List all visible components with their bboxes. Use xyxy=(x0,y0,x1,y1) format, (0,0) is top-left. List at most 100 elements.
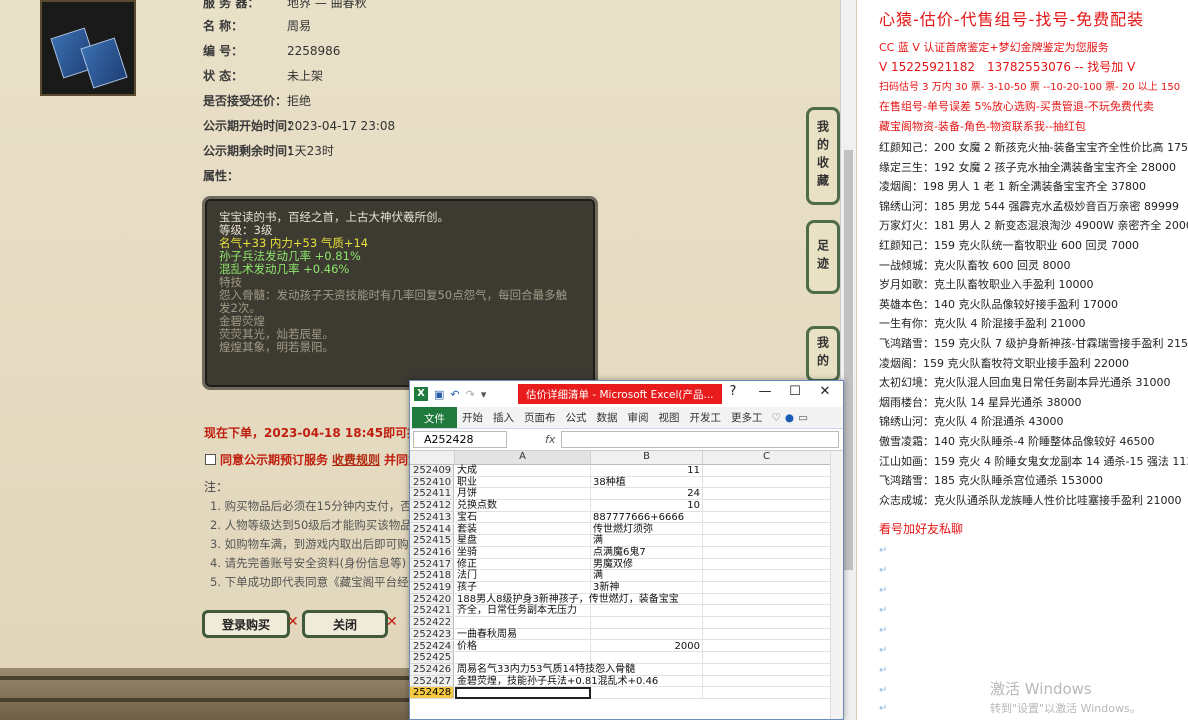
cell-c[interactable] xyxy=(703,582,831,594)
table-row[interactable]: 252421 齐全，日常任务副本无压力 xyxy=(410,605,843,618)
cell-c[interactable] xyxy=(703,523,831,536)
table-row[interactable]: 252418 法门满 xyxy=(410,570,843,582)
table-row[interactable]: 252423 一曲春秋周易 xyxy=(410,628,843,641)
cell-c[interactable] xyxy=(703,535,831,547)
cell-b[interactable]: 男魔双修 xyxy=(591,558,703,571)
ribbon-minimize-icon[interactable]: ▭ xyxy=(798,412,808,424)
cell-b[interactable] xyxy=(591,652,703,664)
close-button[interactable]: 关闭 xyxy=(302,610,388,638)
login-buy-button[interactable]: 登录购买 xyxy=(202,610,290,638)
cell-b[interactable]: 传世燃灯须弥 xyxy=(591,523,703,536)
cell-a[interactable]: 修正 xyxy=(455,558,591,571)
cell-c[interactable] xyxy=(703,605,831,618)
maximize-button[interactable]: ☐ xyxy=(781,384,809,402)
cell-a[interactable]: 宝石 xyxy=(455,511,591,524)
cell-c[interactable] xyxy=(703,687,831,699)
cell-a[interactable]: 一曲春秋周易 xyxy=(455,628,591,641)
cell-c[interactable] xyxy=(703,663,831,676)
save-icon[interactable]: ▣ xyxy=(434,388,444,401)
row-header[interactable]: 252419 xyxy=(410,582,454,594)
table-row[interactable]: 252417 修正 男魔双修 xyxy=(410,558,843,571)
table-row[interactable]: 252414 套装 传世燃灯须弥 xyxy=(410,523,843,536)
cell-c[interactable] xyxy=(703,570,831,582)
tab-data[interactable]: 数据 xyxy=(592,410,623,425)
row-header[interactable]: 252415 xyxy=(410,535,454,547)
row-header[interactable]: 252416 xyxy=(410,546,454,559)
cell-a[interactable]: 价格 xyxy=(455,640,591,653)
undo-icon[interactable]: ↶ xyxy=(450,388,459,401)
select-all-corner[interactable] xyxy=(410,451,455,465)
table-row[interactable]: 252422 xyxy=(410,617,843,629)
quick-access-dropdown-icon[interactable]: ▾ xyxy=(481,388,487,401)
tab-home[interactable]: 开始 xyxy=(457,410,488,425)
cell-c[interactable] xyxy=(703,675,831,688)
table-row[interactable]: 252411 月饼 24 xyxy=(410,488,843,501)
cell-a[interactable]: 月饼 xyxy=(455,488,591,501)
column-header-b[interactable]: B xyxy=(591,451,703,465)
cell-a[interactable]: 周易名气33内力53气质14特技怨入骨髓 xyxy=(455,663,635,676)
tab-formulas[interactable]: 公式 xyxy=(561,410,592,425)
table-row[interactable]: 252424 价格 2000 xyxy=(410,640,843,653)
cell-a[interactable]: 兑换点数 xyxy=(455,500,591,512)
cell-b[interactable]: 2000 xyxy=(591,640,703,653)
fx-icon[interactable]: fx xyxy=(545,433,555,446)
tab-footprints[interactable]: 足迹 xyxy=(806,220,840,294)
cell-c[interactable] xyxy=(703,640,831,653)
tab-file[interactable]: 文件 xyxy=(412,407,457,428)
cell-a[interactable]: 坐骑 xyxy=(455,546,591,559)
row-header[interactable]: 252426 xyxy=(410,663,454,676)
cell-a[interactable]: 孩子 xyxy=(455,582,591,594)
cell-a[interactable] xyxy=(455,617,591,629)
formula-input[interactable] xyxy=(561,431,839,448)
row-header[interactable]: 252417 xyxy=(410,558,454,571)
table-row[interactable]: 252427 金碧荧煌，技能孙子兵法+0.81混乱术+0.46 xyxy=(410,675,843,688)
row-header[interactable]: 252418 xyxy=(410,570,454,582)
cell-a[interactable]: 金碧荧煌，技能孙子兵法+0.81混乱术+0.46 xyxy=(455,675,658,688)
cell-b[interactable]: 3新神 xyxy=(591,582,703,594)
row-header[interactable]: 252422 xyxy=(410,617,454,629)
cell-b[interactable]: 满 xyxy=(591,535,703,547)
cell-b[interactable]: 887777666+6666 xyxy=(591,511,703,524)
column-header-a[interactable]: A xyxy=(455,451,591,465)
help-circle-icon[interactable]: ● xyxy=(785,412,794,424)
fee-rules-link[interactable]: 收费规则 xyxy=(332,451,380,468)
row-header[interactable]: 252425 xyxy=(410,652,454,664)
cell-b[interactable]: 10 xyxy=(591,500,703,512)
help-icon[interactable]: ? xyxy=(719,384,747,402)
cell-a[interactable]: 法门 xyxy=(455,570,591,582)
table-row[interactable]: 252410 职业 38种植 xyxy=(410,476,843,489)
tab-page-layout[interactable]: 页面布 xyxy=(519,410,561,425)
tab-developer[interactable]: 开发工 xyxy=(685,410,727,425)
cell-a[interactable] xyxy=(455,652,591,664)
cell-b[interactable]: 点满魔6鬼7 xyxy=(591,546,703,559)
tab-view[interactable]: 视图 xyxy=(654,410,685,425)
cell-a[interactable]: 星盘 xyxy=(455,535,591,547)
heart-icon[interactable]: ♡ xyxy=(772,412,781,424)
cell-b[interactable] xyxy=(591,617,703,629)
cell-a[interactable]: 188男人8级护身3新神孩子，传世燃灯，装备宝宝 xyxy=(455,593,679,606)
table-row[interactable]: 252412 兑换点数 10 xyxy=(410,500,843,512)
cell-a[interactable]: 齐全，日常任务副本无压力 xyxy=(455,605,591,618)
tab-more-tools[interactable]: 更多工 xyxy=(726,410,768,425)
row-header[interactable]: 252428 xyxy=(410,687,454,699)
table-row[interactable]: 252428 xyxy=(410,687,843,699)
excel-titlebar[interactable]: X ▣ ↶ ↷ ▾ 估价详细清单 - Microsoft Excel(产品...… xyxy=(410,381,843,407)
table-row[interactable]: 252415 星盘满 xyxy=(410,535,843,547)
row-header[interactable]: 252414 xyxy=(410,523,454,536)
cell-a[interactable]: 大成 xyxy=(455,465,591,477)
row-header[interactable]: 252410 xyxy=(410,476,454,489)
table-row[interactable]: 252413 宝石 887777666+6666 xyxy=(410,511,843,524)
cell-a[interactable]: 套装 xyxy=(455,523,591,536)
tab-review[interactable]: 审阅 xyxy=(623,410,654,425)
agree-checkbox[interactable] xyxy=(205,454,216,465)
name-box[interactable]: A252428 xyxy=(413,431,507,448)
cell-b[interactable] xyxy=(591,593,703,606)
table-row[interactable]: 252426 周易名气33内力53气质14特技怨入骨髓 xyxy=(410,663,843,676)
cell-c[interactable] xyxy=(703,593,831,606)
cell-b[interactable]: 38种植 xyxy=(591,476,703,489)
cell-c[interactable] xyxy=(703,511,831,524)
row-header[interactable]: 252421 xyxy=(410,605,454,618)
close-button[interactable]: ✕ xyxy=(811,384,839,402)
row-header[interactable]: 252420 xyxy=(410,593,454,606)
cell-c[interactable] xyxy=(703,652,831,664)
